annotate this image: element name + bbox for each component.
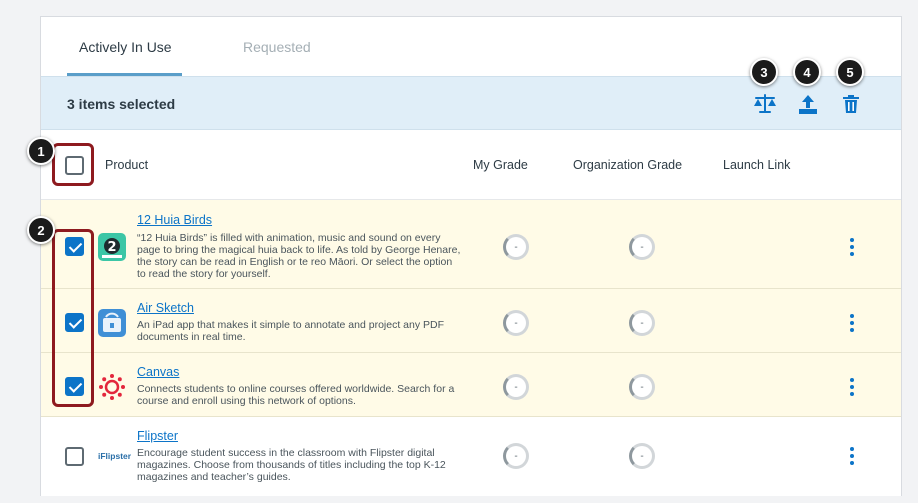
flipster-app-icon: iFlipster <box>98 451 132 461</box>
my-grade-indicator[interactable]: - <box>503 310 529 336</box>
product-description: An iPad app that makes it simple to anno… <box>137 319 445 343</box>
upload-icon[interactable] <box>796 92 820 116</box>
row-checkbox[interactable] <box>65 447 84 466</box>
tools-panel: Actively In Use Requested 3 items select… <box>40 16 902 496</box>
callout-5: 5 <box>836 58 864 86</box>
selection-bar: 3 items selected <box>41 76 901 130</box>
more-options-icon[interactable] <box>847 447 857 465</box>
product-link[interactable]: Flipster <box>137 429 178 443</box>
callout-3: 3 <box>750 58 778 86</box>
product-link[interactable]: Air Sketch <box>137 301 194 315</box>
callout-4: 4 <box>793 58 821 86</box>
org-grade-indicator: - <box>629 310 655 336</box>
tab-requested[interactable]: Requested <box>243 39 311 55</box>
table-header: Product My Grade Organization Grade Laun… <box>41 130 901 200</box>
callout-2: 2 <box>27 216 55 244</box>
selection-count: 3 items selected <box>67 96 176 112</box>
air-sketch-app-icon <box>98 309 126 337</box>
my-grade-indicator[interactable]: - <box>503 443 529 469</box>
table-row: Air Sketch An iPad app that makes it sim… <box>41 289 901 353</box>
more-options-icon[interactable] <box>847 378 857 396</box>
table-row: Canvas Connects students to online cours… <box>41 353 901 417</box>
row-checkbox-highlight <box>52 229 94 407</box>
callout-1: 1 <box>27 137 55 165</box>
product-link[interactable]: Canvas <box>137 365 179 379</box>
product-link[interactable]: 12 Huia Birds <box>137 213 212 227</box>
org-grade-indicator: - <box>629 234 655 260</box>
org-grade-indicator: - <box>629 374 655 400</box>
product-description: Connects students to online courses offe… <box>137 383 455 407</box>
trash-icon[interactable] <box>839 92 863 116</box>
column-launch-link: Launch Link <box>723 158 791 172</box>
column-product: Product <box>105 158 149 172</box>
more-options-icon[interactable] <box>847 314 857 332</box>
column-my-grade: My Grade <box>473 158 528 172</box>
my-grade-indicator[interactable]: - <box>503 234 529 260</box>
column-organization-grade: Organization Grade <box>573 158 683 172</box>
tab-actively-in-use[interactable]: Actively In Use <box>79 39 172 55</box>
org-grade-indicator: - <box>629 443 655 469</box>
table-row: iFlipster Flipster Encourage student suc… <box>41 417 901 496</box>
huia-birds-app-icon: 2 <box>98 233 126 261</box>
svg-text:2: 2 <box>107 240 116 255</box>
my-grade-indicator[interactable]: - <box>503 374 529 400</box>
table-row: 2 12 Huia Birds “12 Huia Birds” is fille… <box>41 200 901 289</box>
select-all-highlight <box>52 143 94 186</box>
more-options-icon[interactable] <box>847 238 857 256</box>
scales-icon[interactable] <box>753 92 777 116</box>
product-description: Encourage student success in the classro… <box>137 447 446 483</box>
product-description: “12 Huia Birds” is filled with animation… <box>137 232 461 280</box>
canvas-app-icon <box>98 373 126 401</box>
